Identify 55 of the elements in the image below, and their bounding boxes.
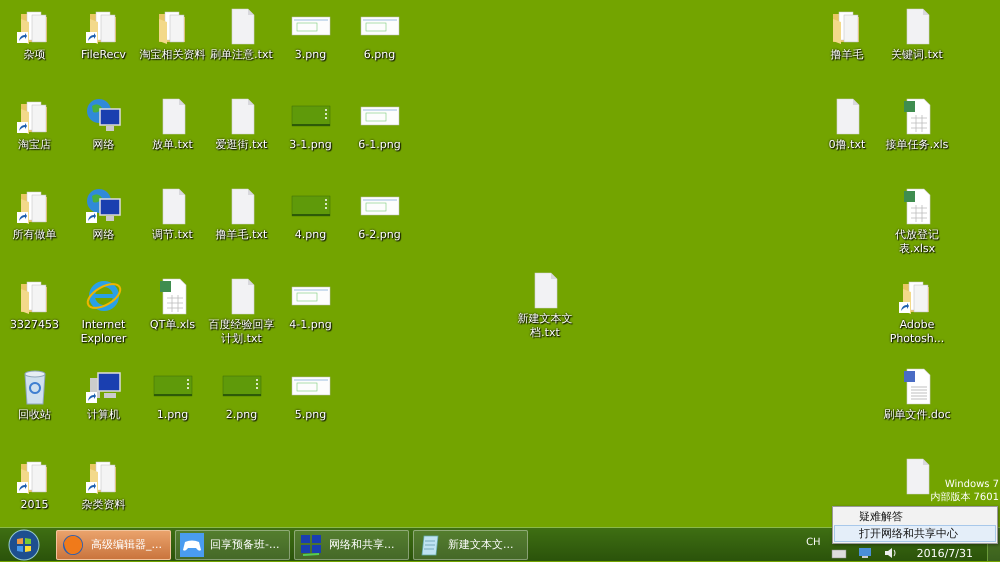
menu-item[interactable]: 疑难解答 <box>834 508 996 525</box>
menu-item[interactable]: 打开网络和共享中心 <box>834 525 996 542</box>
gamepad-icon <box>180 532 204 556</box>
icon-label[interactable]: 新建文本文档.txt <box>509 312 581 340</box>
icon-label[interactable]: 刷单文件.doc <box>881 408 953 422</box>
network-monitors-icon <box>299 532 323 556</box>
icon-label[interactable]: 爱逛街.txt <box>206 138 278 152</box>
icon-label[interactable]: 淘宝店 <box>0 138 70 152</box>
network-icon[interactable] <box>856 547 873 559</box>
taskbar-button[interactable]: 网络和共享... <box>294 530 409 560</box>
icon-label[interactable]: 百度经验回享计划.txt <box>206 318 278 346</box>
icon-label[interactable]: 杂项 <box>0 48 70 62</box>
icon-label[interactable]: 3327453 <box>0 318 70 332</box>
icon-label[interactable]: 回收站 <box>0 408 70 422</box>
language-indicator[interactable]: CH <box>806 537 821 549</box>
icon-label[interactable]: 4-1.png <box>274 318 346 332</box>
show-desktop-button[interactable] <box>987 528 1000 561</box>
icon-label[interactable]: Adobe Photosh... <box>881 318 953 346</box>
start-button[interactable] <box>8 528 40 560</box>
icon-label[interactable]: 网络 <box>68 228 140 242</box>
icon-label[interactable]: 6.png <box>344 48 416 62</box>
icon-label[interactable]: 接单任务.xls <box>881 138 953 152</box>
icon-label[interactable]: 代放登记表.xlsx <box>881 228 953 256</box>
globe-monitor-icon[interactable] <box>84 186 124 226</box>
icon-label[interactable]: Internet Explorer <box>68 318 140 346</box>
icon-label[interactable]: 1.png <box>136 408 208 422</box>
icon-label[interactable]: 6-2.png <box>344 228 416 242</box>
icon-label[interactable]: 所有做单 <box>0 228 70 242</box>
taskbar-button[interactable]: 新建文本文... <box>413 530 528 560</box>
icon-label[interactable]: 3-1.png <box>274 138 346 152</box>
os-build-text: Windows 7 <box>944 478 999 491</box>
icon-label[interactable]: 4.png <box>274 228 346 242</box>
icon-label[interactable]: 计算机 <box>68 408 140 422</box>
taskbar-button[interactable]: 回享预备班-... <box>175 530 290 560</box>
icon-label[interactable]: 淘宝相关资料 <box>136 48 208 62</box>
icon-label[interactable]: 5.png <box>274 408 346 422</box>
icon-label[interactable]: 6-1.png <box>344 138 416 152</box>
fox-globe-icon <box>61 532 85 556</box>
taskbar-button[interactable]: 高级编辑器_... <box>56 530 171 560</box>
icon-label[interactable]: 撸羊毛.txt <box>206 228 278 242</box>
os-build-text: 内部版本 7601 <box>930 491 999 504</box>
icon-label[interactable]: 杂类资料 <box>68 498 140 512</box>
icon-label[interactable]: 撸羊毛 <box>811 48 883 62</box>
icon-label[interactable]: 放单.txt <box>136 138 208 152</box>
icon-label[interactable]: 3.png <box>274 48 346 62</box>
icon-label[interactable]: 2015 <box>0 498 70 512</box>
icon-label[interactable]: 刷单注意.txt <box>206 48 278 62</box>
icon-label[interactable]: 调节.txt <box>136 228 208 242</box>
icon-label[interactable]: FileRecv <box>68 48 140 62</box>
icon-label[interactable]: 网络 <box>68 138 140 152</box>
clock-date[interactable]: 2016/7/31 <box>916 548 973 560</box>
icon-label[interactable]: 关键词.txt <box>881 48 953 62</box>
icon-label[interactable]: 2.png <box>206 408 278 422</box>
icon-label[interactable]: QT单.xls <box>136 318 208 332</box>
icon-label[interactable]: 0撸.txt <box>811 138 883 152</box>
